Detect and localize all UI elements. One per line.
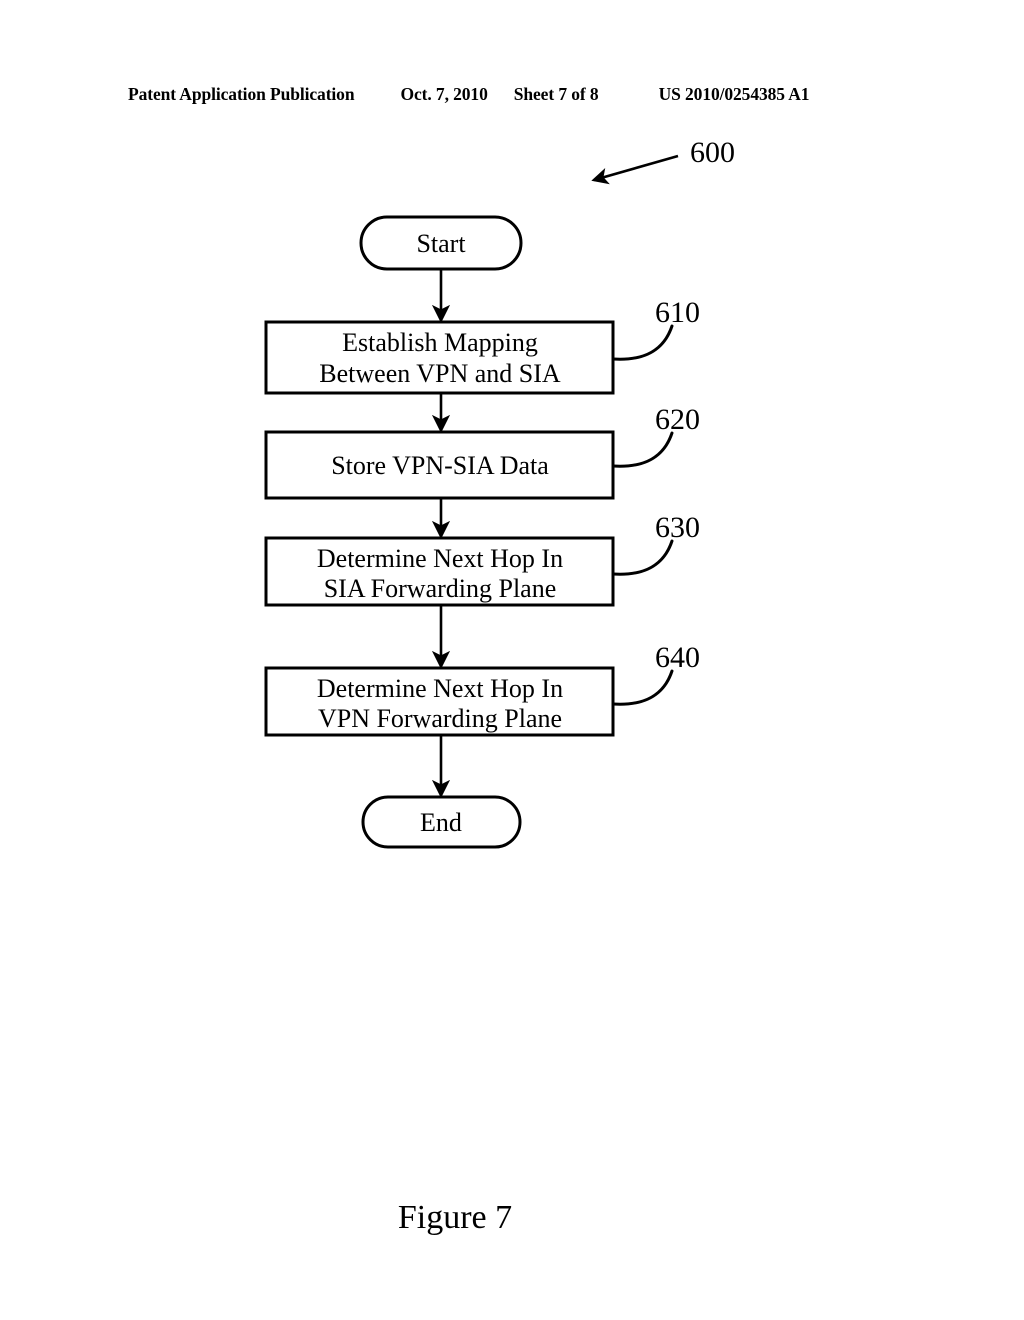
end-terminal-label: End bbox=[420, 808, 462, 837]
flow-node-start: Start bbox=[359, 215, 523, 271]
step-610-reference-leader bbox=[611, 324, 674, 361]
figure-caption: Figure 7 bbox=[398, 1199, 512, 1236]
flow-node-step-620: Store VPN-SIA Data 620 bbox=[264, 403, 700, 500]
reference-600-label: 600 bbox=[690, 136, 735, 169]
step-610-reference-label: 610 bbox=[655, 296, 700, 329]
step-630-label-line1: Determine Next Hop In bbox=[317, 544, 563, 573]
flow-node-step-640: Determine Next Hop In VPN Forwarding Pla… bbox=[264, 641, 700, 737]
step-640-reference-leader bbox=[611, 669, 674, 706]
step-630-label-line2: SIA Forwarding Plane bbox=[324, 574, 557, 603]
flow-node-end: End bbox=[361, 795, 522, 849]
start-terminal-label: Start bbox=[416, 229, 466, 258]
step-620-reference-leader bbox=[611, 431, 674, 468]
reference-600-leader-arrow bbox=[591, 154, 679, 185]
flow-node-step-630: Determine Next Hop In SIA Forwarding Pla… bbox=[264, 511, 700, 607]
step-610-label-line2: Between VPN and SIA bbox=[319, 359, 561, 388]
step-640-reference-label: 640 bbox=[655, 641, 700, 674]
flow-node-step-610: Establish Mapping Between VPN and SIA 61… bbox=[264, 296, 700, 395]
step-620-label-line1: Store VPN-SIA Data bbox=[331, 451, 549, 480]
step-620-reference-label: 620 bbox=[655, 403, 700, 436]
step-640-label-line2: VPN Forwarding Plane bbox=[318, 704, 562, 733]
figure-diagram: 600 Start Establish Mapping Between VPN … bbox=[0, 0, 1024, 1320]
step-630-reference-label: 630 bbox=[655, 511, 700, 544]
diagram-reference-600: 600 bbox=[591, 136, 735, 185]
step-630-reference-leader bbox=[611, 539, 674, 576]
step-610-label-line1: Establish Mapping bbox=[342, 328, 538, 357]
step-640-label-line1: Determine Next Hop In bbox=[317, 674, 563, 703]
